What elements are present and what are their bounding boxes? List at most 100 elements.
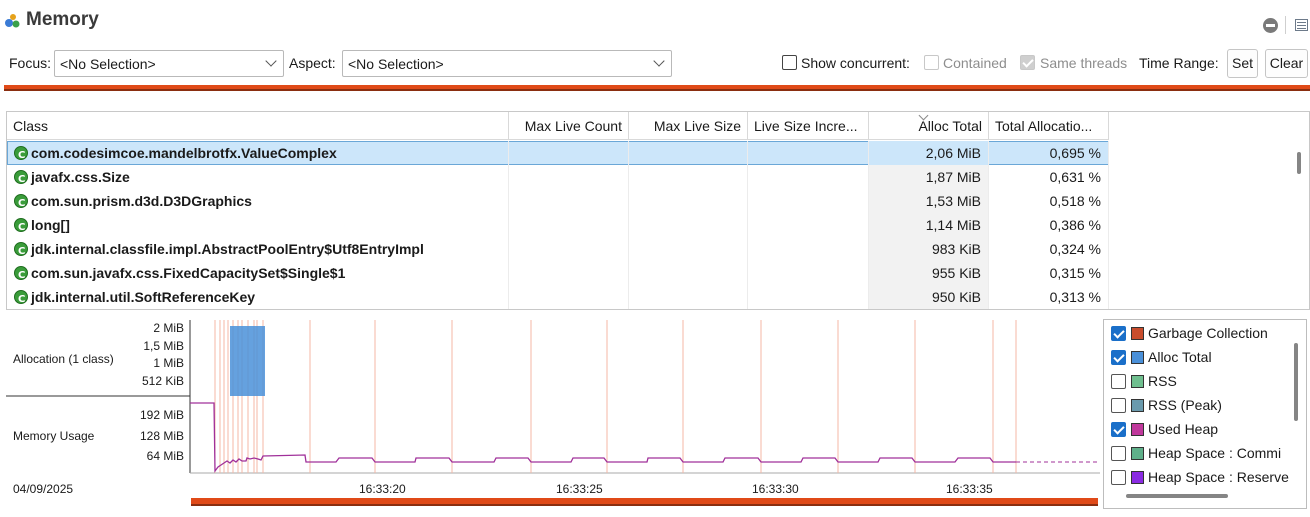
total-allocation-cell: 0,386 % — [989, 213, 1109, 237]
column-header-max-live-size[interactable]: Max Live Size — [629, 112, 748, 140]
empty-cell — [748, 213, 869, 237]
time-range-bar[interactable] — [4, 85, 1310, 91]
column-header-alloc-total[interactable]: Alloc Total — [869, 112, 989, 140]
color-swatch-icon — [1131, 351, 1144, 364]
class-cell: jdk.internal.classfile.impl.AbstractPool… — [7, 237, 509, 261]
legend-label: Heap Space : Reserve — [1148, 469, 1289, 485]
chevron-down-icon — [653, 55, 665, 67]
show-concurrent-label: Show concurrent: — [801, 55, 910, 71]
total-allocation-cell: 0,518 % — [989, 189, 1109, 213]
empty-cell — [629, 237, 748, 261]
toolbar-divider — [1285, 16, 1286, 34]
aspect-select-value: <No Selection> — [348, 56, 444, 72]
memory-chart[interactable]: Allocation (1 class) Memory Usage 04/09/… — [6, 318, 1100, 508]
color-swatch-icon — [1131, 399, 1144, 412]
legend-label: Alloc Total — [1148, 349, 1212, 365]
legend-item[interactable]: Heap Space : Reserve — [1111, 467, 1306, 489]
table-row[interactable]: long[] 1,14 MiB0,386 % — [7, 213, 1109, 237]
empty-cell — [748, 189, 869, 213]
empty-cell — [748, 261, 869, 285]
legend-label: Heap Space : Commi — [1148, 445, 1282, 461]
view-menu-icon[interactable] — [1295, 19, 1308, 31]
color-swatch-icon — [1131, 447, 1144, 460]
column-header-total-allocation[interactable]: Total Allocatio... — [989, 112, 1109, 140]
total-allocation-cell: 0,695 % — [989, 141, 1109, 165]
legend-item[interactable]: Garbage Collection — [1111, 323, 1306, 345]
empty-cell — [509, 165, 629, 189]
legend-label: Garbage Collection — [1148, 325, 1268, 341]
alloc-total-cell: 950 KiB — [869, 285, 989, 309]
empty-cell — [509, 189, 629, 213]
legend-label: RSS (Peak) — [1148, 397, 1222, 413]
legend-label: Used Heap — [1148, 421, 1219, 437]
class-name: jdk.internal.util.SoftReferenceKey — [31, 289, 256, 305]
empty-cell — [629, 141, 748, 165]
legend-item[interactable]: Used Heap — [1111, 419, 1306, 441]
time-range-scrollbar[interactable] — [191, 498, 1098, 506]
legend-checkbox[interactable] — [1111, 326, 1126, 341]
column-header-live-size-increase[interactable]: Live Size Incre... — [748, 112, 869, 140]
empty-cell — [509, 141, 629, 165]
empty-cell — [509, 237, 629, 261]
aspect-select[interactable]: <No Selection> — [342, 50, 672, 77]
table-row[interactable]: jdk.internal.classfile.impl.AbstractPool… — [7, 237, 1109, 261]
class-cell: com.sun.prism.d3d.D3DGraphics — [7, 189, 509, 213]
legend-checkbox[interactable] — [1111, 374, 1126, 389]
empty-cell — [629, 213, 748, 237]
table-row[interactable]: com.codesimcoe.mandelbrotfx.ValueComplex… — [7, 141, 1109, 165]
legend-item[interactable]: Alloc Total — [1111, 347, 1306, 369]
empty-cell — [509, 285, 629, 309]
contained-checkbox[interactable] — [924, 55, 939, 70]
class-icon — [14, 288, 28, 309]
column-header-class[interactable]: Class — [7, 112, 509, 140]
total-allocation-cell: 0,313 % — [989, 285, 1109, 309]
legend-vertical-scrollbar[interactable] — [1294, 343, 1298, 421]
class-name: com.sun.javafx.css.FixedCapacitySet$Sing… — [31, 265, 346, 281]
legend-checkbox[interactable] — [1111, 470, 1126, 485]
page-title: Memory — [26, 9, 99, 30]
used-heap-line — [190, 402, 1016, 473]
class-cell: javafx.css.Size — [7, 165, 509, 189]
class-name: long[] — [31, 217, 70, 233]
chart-plot[interactable] — [6, 318, 1100, 498]
show-concurrent-checkbox[interactable] — [782, 55, 797, 70]
alloc-total-cell: 2,06 MiB — [869, 141, 989, 165]
aspect-label: Aspect: — [289, 55, 336, 71]
table-row[interactable]: javafx.css.Size 1,87 MiB0,631 % — [7, 165, 1109, 189]
legend-horizontal-scrollbar[interactable] — [1126, 494, 1228, 498]
memory-icon — [4, 11, 22, 29]
table-row[interactable]: com.sun.javafx.css.FixedCapacitySet$Sing… — [7, 261, 1109, 285]
focus-label: Focus: — [9, 55, 52, 71]
alloc-total-cell: 1,87 MiB — [869, 165, 989, 189]
minimize-icon[interactable] — [1263, 18, 1278, 33]
legend-checkbox[interactable] — [1111, 446, 1126, 461]
total-allocation-cell: 0,315 % — [989, 261, 1109, 285]
table-row[interactable]: jdk.internal.util.SoftReferenceKey 950 Ki… — [7, 285, 1109, 309]
table-scrollbar[interactable] — [1297, 152, 1301, 174]
set-button[interactable]: Set — [1227, 49, 1258, 78]
legend-item[interactable]: RSS — [1111, 371, 1306, 393]
empty-cell — [748, 285, 869, 309]
class-icon — [14, 240, 28, 261]
legend-checkbox[interactable] — [1111, 350, 1126, 365]
table-row[interactable]: com.sun.prism.d3d.D3DGraphics 1,53 MiB0,5… — [7, 189, 1109, 213]
empty-cell — [748, 237, 869, 261]
empty-cell — [629, 189, 748, 213]
total-allocation-cell: 0,324 % — [989, 237, 1109, 261]
same-threads-checkbox[interactable] — [1020, 55, 1035, 70]
alloc-total-cell: 1,14 MiB — [869, 213, 989, 237]
clear-button[interactable]: Clear — [1265, 49, 1308, 78]
legend-checkbox[interactable] — [1111, 398, 1126, 413]
class-icon — [14, 168, 28, 189]
contained-label: Contained — [943, 55, 1007, 71]
legend-checkbox[interactable] — [1111, 422, 1126, 437]
legend-item[interactable]: RSS (Peak) — [1111, 395, 1306, 417]
legend-item[interactable]: Heap Space : Commi — [1111, 443, 1306, 465]
focus-select[interactable]: <No Selection> — [54, 50, 284, 77]
color-swatch-icon — [1131, 375, 1144, 388]
empty-cell — [509, 261, 629, 285]
gc-icon — [1131, 327, 1144, 340]
column-header-max-live-count[interactable]: Max Live Count — [509, 112, 629, 140]
empty-cell — [629, 165, 748, 189]
class-cell: long[] — [7, 213, 509, 237]
